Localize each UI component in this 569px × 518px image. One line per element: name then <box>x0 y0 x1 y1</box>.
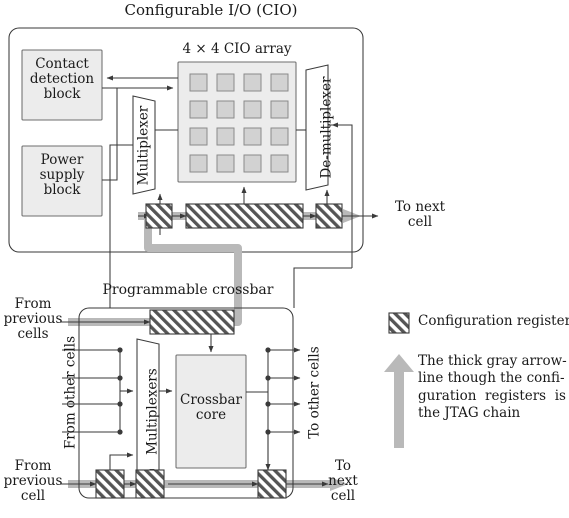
bottom-to-next-cell-label: To next cell <box>328 458 358 505</box>
wire-mux-left-feed <box>109 144 133 228</box>
cio-demux-config-register <box>315 203 343 229</box>
cio-title: Configurable I/O (CIO) <box>124 1 298 19</box>
legend-register-label: Configuration register <box>418 313 569 329</box>
contact-detection-block-label: Contact detection block <box>29 56 95 103</box>
legend-graphics <box>384 312 414 448</box>
from-previous-cells-label: From previous cells <box>3 296 63 343</box>
cio-multiplexer-label: Multiplexer <box>135 105 152 186</box>
to-other-cells-label: To other cells <box>306 346 323 439</box>
crossbar-multiplexers-label: Multiplexers <box>144 368 161 455</box>
power-supply-block-label: Power supply block <box>39 152 85 199</box>
legend-register-swatch <box>388 312 410 334</box>
crossbar-core-config-register <box>149 309 235 335</box>
cio-array-title: 4 × 4 CIO array <box>182 41 292 57</box>
wire-breg1-to-mux <box>109 452 134 470</box>
legend-jtag-note: The thick gray arrow- line though the co… <box>418 353 567 421</box>
crossbar-chain-register-3 <box>257 469 287 499</box>
crossbar-core-label: Crossbar core <box>180 392 242 424</box>
jtag-chain-link <box>144 216 242 326</box>
cio-to-next-cell-label: To next cell <box>394 199 446 231</box>
figure-canvas: Configurable I/O (CIO) Contact detection… <box>0 0 569 518</box>
wire-demux-loop-a <box>293 267 352 285</box>
crossbar-chain-register-2 <box>135 469 165 499</box>
cio-demultiplexer-label: De-multiplexer <box>318 76 335 179</box>
crossbar-title: Programmable crossbar <box>102 282 274 298</box>
cio-mux-config-register <box>145 203 173 229</box>
legend-jtag-arrow <box>384 354 414 448</box>
from-previous-cell-label: From previous cell <box>3 458 63 505</box>
from-other-cells-label: From other cells <box>62 335 79 450</box>
cio-array-config-register <box>185 203 304 229</box>
crossbar-chain-register-1 <box>95 469 125 499</box>
